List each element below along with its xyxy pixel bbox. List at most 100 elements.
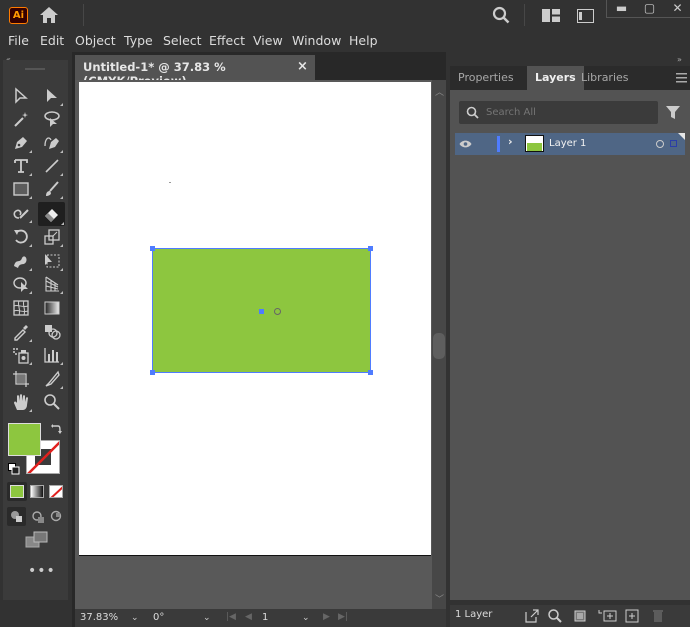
direct-selection-tool[interactable] [40,85,64,107]
artboard-number-field[interactable]: 1 [259,610,299,626]
expand-panel-icon[interactable]: » [677,55,682,64]
scroll-up-icon[interactable]: ︿ [435,85,444,98]
menu-file[interactable]: File [8,33,29,48]
none-mode-icon[interactable] [49,485,63,498]
edit-toolbar-button[interactable]: ••• [28,563,56,579]
anchor-handle-br[interactable] [368,370,373,375]
shape-builder-tool[interactable] [9,273,33,295]
tab-libraries[interactable]: Libraries [573,66,637,90]
grip-handle[interactable] [25,68,45,70]
menu-edit[interactable]: Edit [40,33,64,48]
anchor-handle-tr[interactable] [368,246,373,251]
lasso-tool[interactable] [40,108,64,130]
screen-mode-icon[interactable] [25,531,49,549]
zoom-dropdown-icon[interactable]: ⌄ [131,610,145,626]
last-artboard-icon[interactable]: ▶| [338,612,348,622]
draw-behind-icon[interactable] [29,507,48,526]
delete-layer-icon[interactable] [650,608,666,624]
perspective-grid-tool[interactable] [40,273,64,295]
eyedropper-tool[interactable] [9,321,33,343]
paintbrush-tool[interactable] [40,178,64,200]
free-transform-tool[interactable] [40,250,64,272]
export-icon[interactable] [524,608,540,624]
symbol-sprayer-tool[interactable] [9,344,33,366]
draw-normal-button[interactable] [7,507,26,526]
scroll-down-icon[interactable]: ﹀ [435,592,444,605]
layer-row[interactable]: › Layer 1 [455,133,685,155]
rectangle-tool[interactable] [9,178,33,200]
new-layer-icon[interactable] [624,608,640,624]
artboard-tool[interactable] [9,368,33,390]
selection-tool[interactable] [9,85,33,107]
magic-wand-tool[interactable] [9,108,33,130]
swap-fill-stroke-icon[interactable] [50,423,62,435]
document-tab[interactable]: Untitled-1* @ 37.83 % (CMYK/Preview) × [75,55,315,88]
close-button[interactable]: ✕ [663,0,690,18]
first-artboard-icon[interactable]: |◀ [226,612,236,622]
gradient-mode-icon[interactable] [30,485,44,498]
rotate-tool[interactable] [9,226,33,248]
hand-tool[interactable] [9,391,33,413]
menu-help[interactable]: Help [349,33,378,48]
menu-object[interactable]: Object [75,33,116,48]
layers-search-field[interactable] [459,101,658,124]
new-sublayer-icon[interactable] [598,608,618,624]
rotation-value: 0° [153,612,165,623]
scale-tool[interactable] [40,226,64,248]
target-circle-icon[interactable] [656,140,664,148]
shaper-icon [13,209,29,219]
puppet-warp-tool[interactable] [9,250,33,272]
draw-inside-icon[interactable] [47,507,66,526]
maximize-button[interactable]: ▢ [635,0,664,18]
close-tab-icon[interactable]: × [297,59,308,74]
slice-tool[interactable] [40,368,64,390]
filter-icon[interactable] [665,104,681,120]
line-segment-tool[interactable] [40,155,64,177]
menu-effect[interactable]: Effect [209,33,245,48]
live-corner-widget[interactable] [274,308,281,315]
rotation-dropdown-icon[interactable]: ⌄ [203,610,217,626]
vertical-scrollbar[interactable]: ︿ ﹀ [432,80,446,610]
menu-window[interactable]: Window [292,33,341,48]
artboard[interactable] [79,82,431,556]
next-artboard-icon[interactable]: ▶ [323,612,330,622]
arrange-documents-icon[interactable] [577,9,594,23]
zoom-tool[interactable] [40,391,64,413]
layer-name[interactable]: Layer 1 [549,138,586,149]
clipping-mask-icon[interactable] [572,608,588,624]
minimize-button[interactable]: ▬ [607,0,636,18]
menu-type[interactable]: Type [124,33,153,48]
selection-indicator-icon[interactable] [670,140,677,147]
default-fill-stroke-icon[interactable] [8,463,20,475]
pen-tool[interactable] [9,132,33,154]
menu-view[interactable]: View [253,33,283,48]
shaper-tool[interactable] [9,202,33,224]
column-graph-tool[interactable] [40,344,64,366]
center-point[interactable] [259,309,264,314]
search-icon[interactable] [492,6,510,24]
fill-swatch[interactable] [8,423,41,456]
mesh-tool[interactable] [9,297,33,319]
locate-object-icon[interactable] [547,608,563,624]
layers-search-input[interactable] [486,104,651,121]
curvature-tool[interactable] [40,132,64,154]
workspace-switcher-icon[interactable] [542,9,560,22]
rotation-field[interactable]: 0° [147,610,197,626]
scroll-thumb[interactable] [433,333,445,359]
zoom-field[interactable]: 37.83% [77,610,129,626]
type-tool[interactable] [9,155,33,177]
color-mode-button[interactable] [7,482,27,501]
menu-select[interactable]: Select [163,33,202,48]
panel-menu-icon[interactable] [676,73,687,83]
eye-visibility-icon[interactable] [459,139,472,149]
tab-properties[interactable]: Properties [450,66,522,90]
previous-artboard-icon[interactable]: ◀ [245,612,252,622]
blend-tool[interactable] [40,321,64,343]
gradient-tool[interactable] [40,297,64,319]
anchor-handle-tl[interactable] [150,246,155,251]
anchor-handle-bl[interactable] [150,370,155,375]
expand-layer-icon[interactable]: › [508,135,513,148]
artboard-dropdown-icon[interactable]: ⌄ [302,610,316,626]
eraser-tool[interactable] [38,202,65,226]
home-icon[interactable] [39,6,59,24]
